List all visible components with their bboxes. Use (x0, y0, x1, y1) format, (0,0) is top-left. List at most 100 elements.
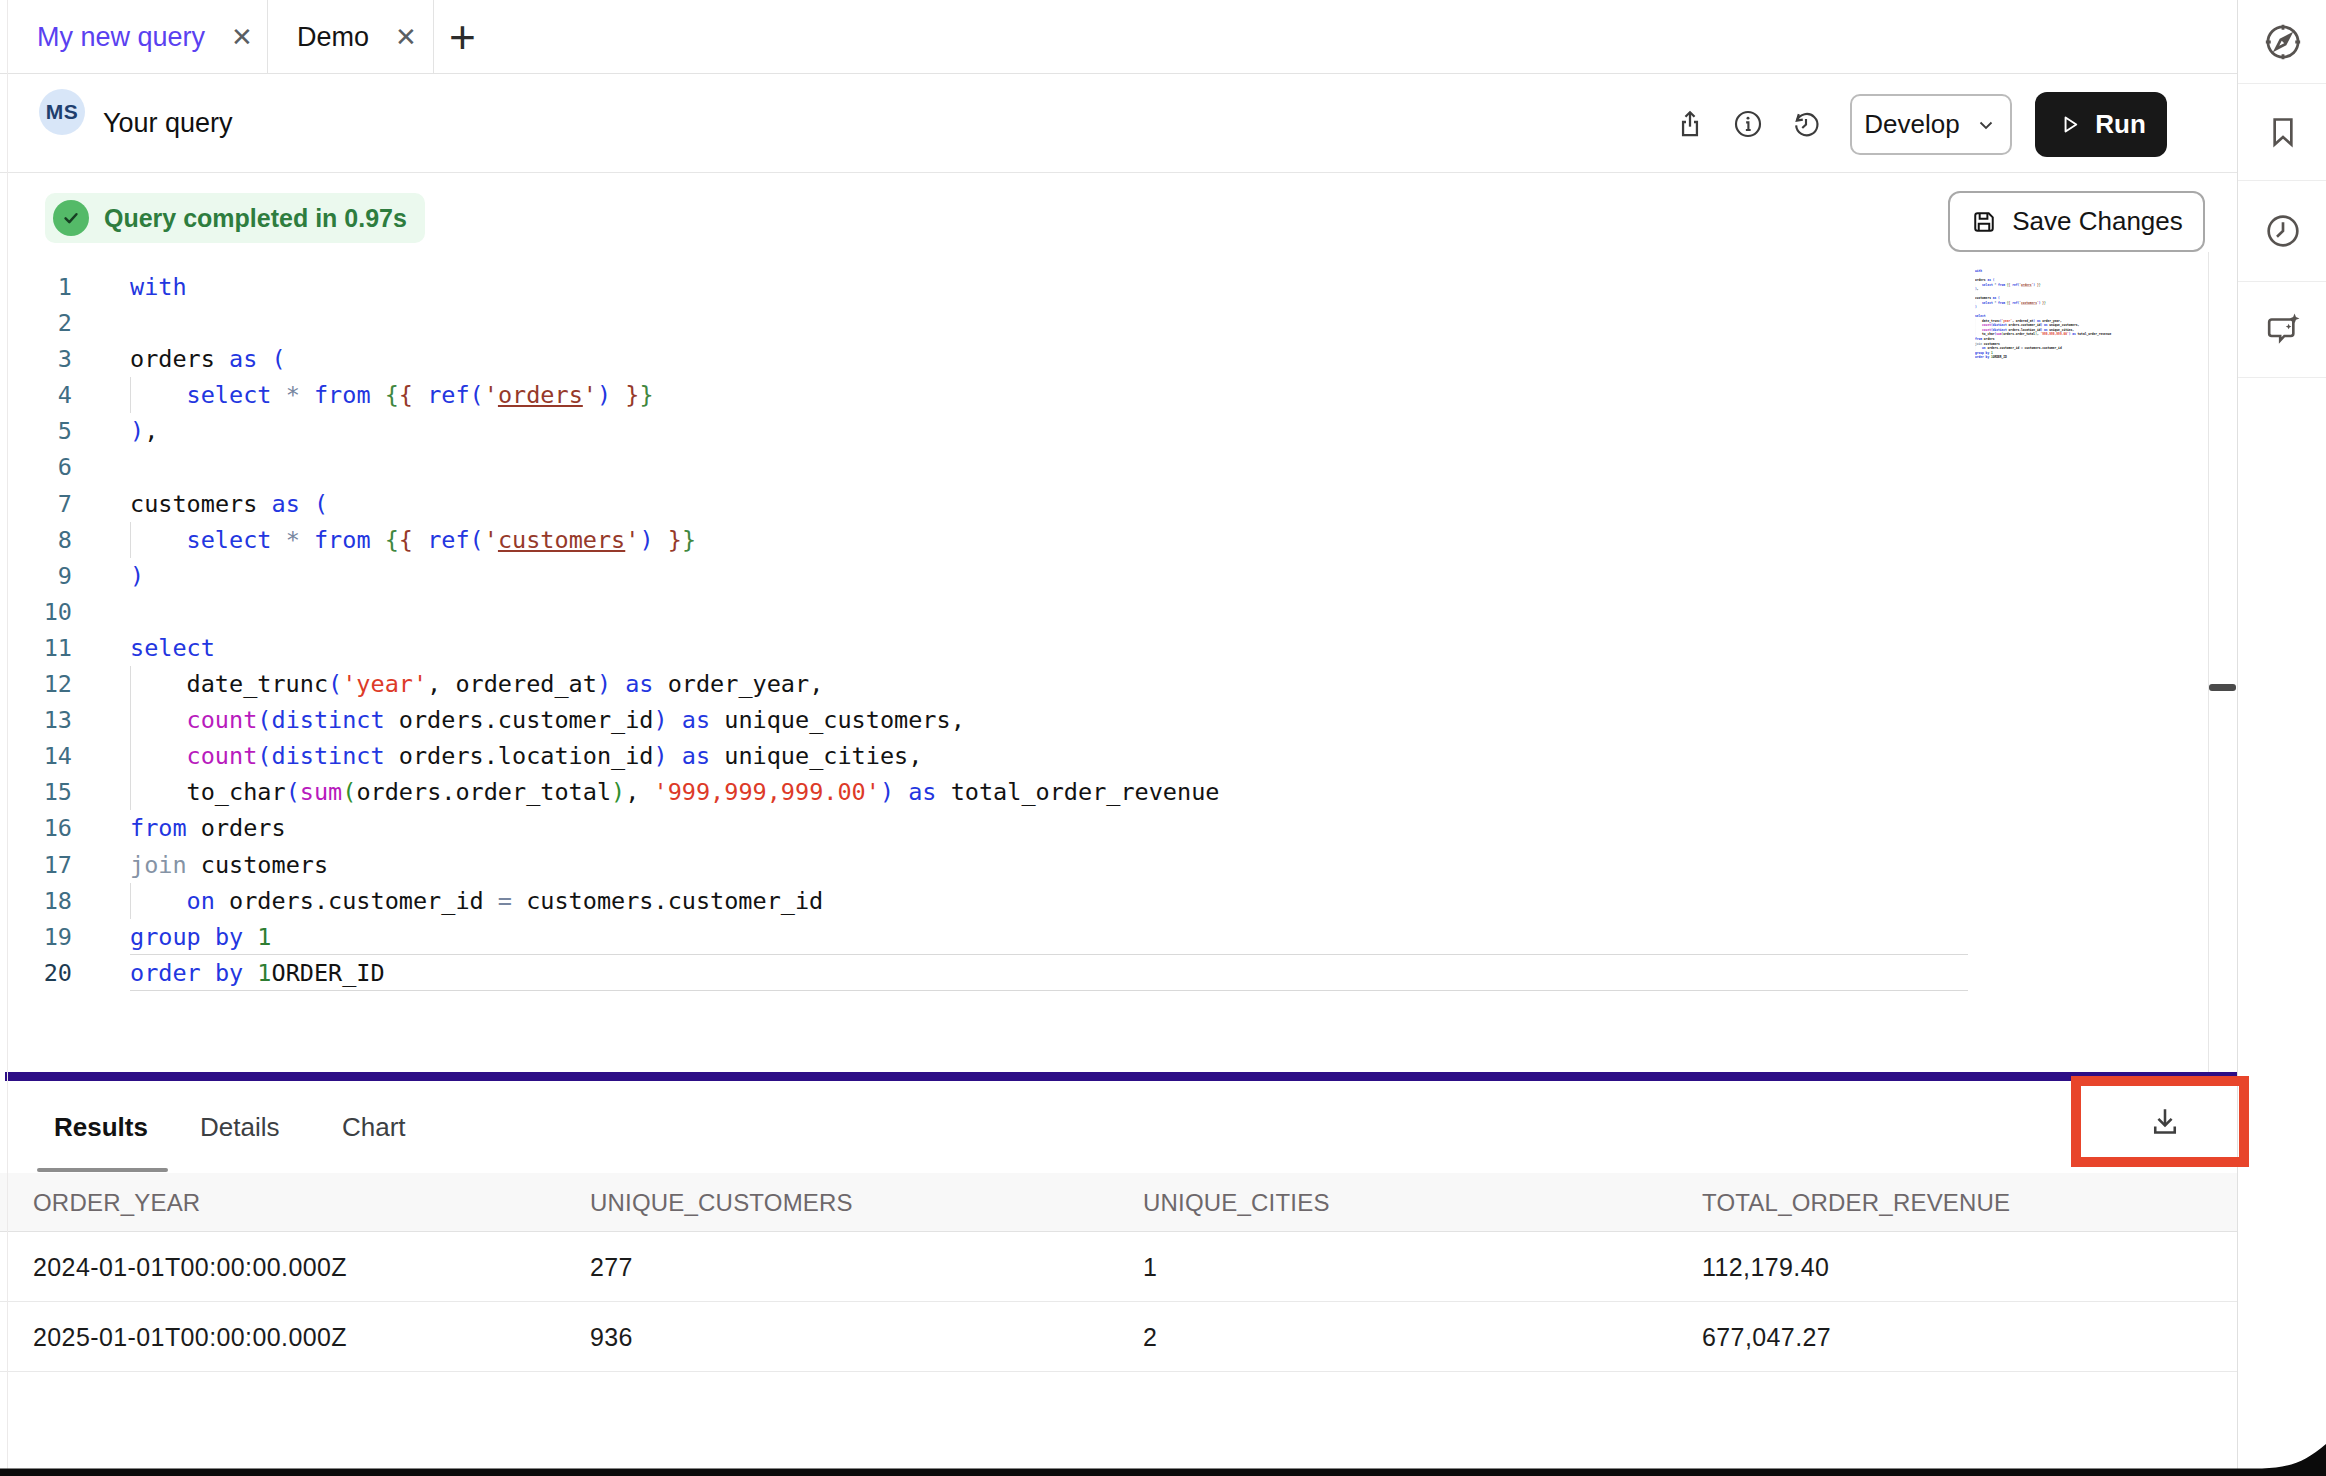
table-cell: 1 (1143, 1232, 1157, 1302)
save-changes-label: Save Changes (2012, 206, 2183, 237)
info-icon (1732, 108, 1764, 140)
code-line[interactable]: 1with (0, 269, 2237, 305)
code-line[interactable]: 9) (0, 558, 2237, 594)
history-button[interactable] (1784, 102, 1828, 146)
tab-label: My new query (37, 22, 205, 53)
ai-chat-button[interactable] (2238, 282, 2326, 377)
line-number: 2 (0, 305, 72, 341)
table-cell: 677,047.27 (1702, 1302, 1831, 1372)
avatar: MS (39, 89, 85, 135)
code-line[interactable]: 12date_trunc('year', ordered_at) as orde… (0, 666, 2237, 702)
query-status-badge: Query completed in 0.97s (45, 193, 425, 243)
run-button[interactable]: Run (2035, 92, 2167, 157)
compass-icon (2262, 21, 2304, 63)
close-icon[interactable]: ✕ (395, 22, 417, 53)
results-tab-results[interactable]: Results (54, 1112, 148, 1143)
editor-scrollbar-thumb[interactable] (2209, 684, 2236, 691)
code-line[interactable]: 20order by 1ORDER_ID (0, 955, 2237, 991)
clock-icon (2263, 211, 2303, 251)
code-line[interactable]: 18on orders.customer_id = customers.cust… (0, 883, 2237, 919)
line-number: 18 (0, 883, 72, 919)
code-line[interactable]: 3orders as ( (0, 341, 2237, 377)
sql-editor[interactable]: 1with23orders as (4select * from {{ ref(… (0, 269, 2237, 991)
play-icon (2056, 111, 2083, 138)
line-number: 16 (0, 810, 72, 846)
code-line[interactable]: 8select * from {{ ref('customers') }} (0, 522, 2237, 558)
line-number: 12 (0, 666, 72, 702)
line-number: 7 (0, 486, 72, 522)
column-header: UNIQUE_CUSTOMERS (590, 1173, 853, 1232)
code-line[interactable]: 16from orders (0, 810, 2237, 846)
line-number: 5 (0, 413, 72, 449)
column-header: TOTAL_ORDER_REVENUE (1702, 1173, 2010, 1232)
minimap-content: withorders as (select * from {{ ref('ord… (1975, 269, 2188, 359)
right-toolbar (2237, 0, 2326, 1476)
history-icon (1790, 108, 1822, 140)
code-line[interactable]: 14count(distinct orders.location_id) as … (0, 738, 2237, 774)
page-title: Your query (103, 74, 233, 173)
tab-my-new-query[interactable]: My new query ✕ (37, 0, 253, 74)
develop-dropdown[interactable]: Develop (1850, 94, 2012, 155)
code-line[interactable]: 11select (0, 630, 2237, 666)
line-number: 3 (0, 341, 72, 377)
share-icon (1674, 108, 1706, 140)
editor-minimap[interactable]: withorders as (select * from {{ ref('ord… (1975, 269, 2210, 379)
close-icon[interactable]: ✕ (231, 22, 253, 53)
line-number: 20 (0, 955, 72, 991)
tab-separator (267, 0, 268, 74)
history-panel-button[interactable] (2238, 181, 2326, 281)
editor-scrollbar-track (2208, 252, 2209, 1072)
window-left-edge (7, 0, 8, 1476)
table-cell: 277 (590, 1232, 633, 1302)
annotation-highlight-rectangle (2071, 1076, 2249, 1167)
code-line[interactable]: 19group by 1 (0, 919, 2237, 955)
tab-label: Demo (297, 22, 369, 53)
line-number: 13 (0, 702, 72, 738)
save-icon (1970, 208, 1998, 236)
code-line[interactable]: 6 (0, 449, 2237, 485)
run-label: Run (2095, 109, 2146, 140)
line-number: 4 (0, 377, 72, 413)
line-number: 9 (0, 558, 72, 594)
check-circle-icon (53, 200, 89, 236)
discover-button[interactable] (2238, 0, 2326, 83)
line-number: 14 (0, 738, 72, 774)
code-line[interactable]: 7customers as ( (0, 486, 2237, 522)
code-line[interactable]: 17join customers (0, 847, 2237, 883)
code-line[interactable]: 5), (0, 413, 2237, 449)
table-cell: 112,179.40 (1702, 1232, 1829, 1302)
bookmarks-button[interactable] (2238, 84, 2326, 180)
tab-demo[interactable]: Demo ✕ (297, 0, 417, 74)
pane-divider[interactable] (5, 1072, 2237, 1081)
table-cell: 2025-01-01T00:00:00.000Z (33, 1302, 347, 1372)
line-number: 11 (0, 630, 72, 666)
line-number: 10 (0, 594, 72, 630)
column-header: ORDER_YEAR (33, 1173, 200, 1232)
code-line[interactable]: 13count(distinct orders.customer_id) as … (0, 702, 2237, 738)
info-button[interactable] (1726, 102, 1770, 146)
code-line[interactable]: 4select * from {{ ref('orders') }} (0, 377, 2237, 413)
status-message: Query completed in 0.97s (104, 204, 407, 233)
window-bottom-edge (0, 1436, 2326, 1476)
editor-tab-bar: My new query ✕ Demo ✕ + (0, 0, 2237, 74)
code-line[interactable]: 2 (0, 305, 2237, 341)
results-tab-details[interactable]: Details (200, 1112, 279, 1143)
tab-separator (433, 0, 434, 74)
line-number: 8 (0, 522, 72, 558)
chat-sparkle-icon (2262, 309, 2304, 351)
column-header: UNIQUE_CITIES (1143, 1173, 1330, 1232)
line-number: 19 (0, 919, 72, 955)
code-line[interactable]: 10 (0, 594, 2237, 630)
table-row: 2024-01-01T00:00:00.000Z 277 1 112,179.40 (0, 1232, 2237, 1302)
save-changes-button[interactable]: Save Changes (1948, 191, 2205, 252)
share-button[interactable] (1668, 102, 1712, 146)
table-cell: 2024-01-01T00:00:00.000Z (33, 1232, 347, 1302)
add-tab-button[interactable]: + (449, 0, 476, 74)
results-tab-chart[interactable]: Chart (342, 1112, 406, 1143)
query-header: MS Your query Develop Run (0, 74, 2237, 173)
table-cell: 936 (590, 1302, 633, 1372)
line-number: 17 (0, 847, 72, 883)
active-line-highlight (130, 954, 1968, 991)
code-line[interactable]: 15to_char(sum(orders.order_total), '999,… (0, 774, 2237, 810)
table-row: 2025-01-01T00:00:00.000Z9362677,047.27 (0, 1302, 2237, 1372)
